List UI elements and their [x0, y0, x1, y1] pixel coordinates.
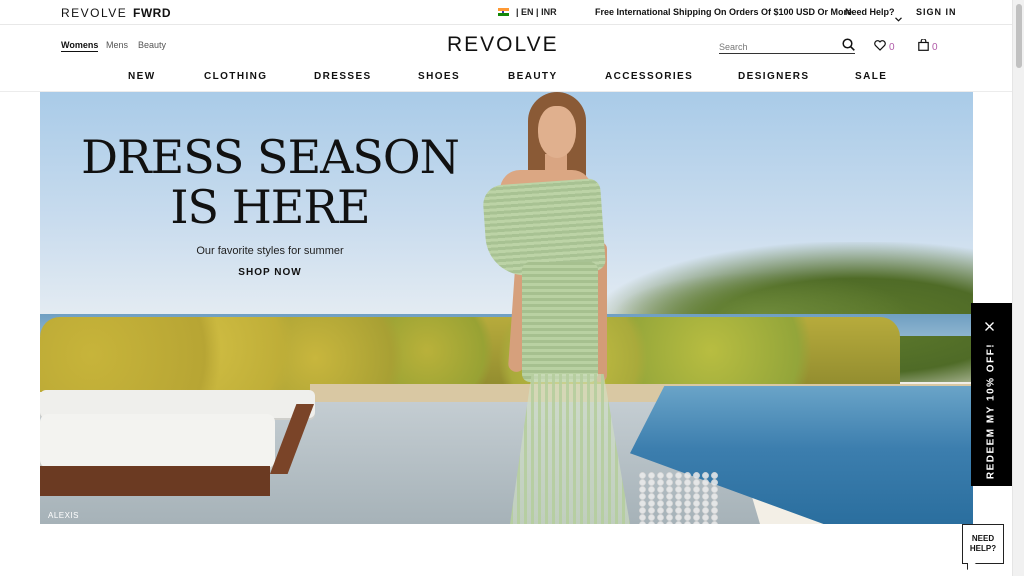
lounger-frame [40, 466, 270, 496]
bag-count: 0 [932, 41, 938, 53]
promo-side-tab[interactable]: REDEEM MY 10% OFF! [971, 303, 1012, 486]
nav-beauty[interactable]: BEAUTY [508, 71, 558, 82]
language-label: EN [521, 7, 534, 17]
wishlist-count: 0 [889, 41, 895, 53]
dress-body [522, 262, 598, 382]
need-help-chat-button[interactable]: NEED HELP? [962, 524, 1004, 564]
india-flag-icon[interactable] [498, 8, 509, 16]
page-scrollbar[interactable] [1012, 0, 1024, 576]
chevron-down-icon[interactable] [895, 9, 902, 27]
sign-in-link[interactable]: SIGN IN [916, 7, 957, 17]
search-box [719, 37, 855, 54]
hero-brand-credit: ALEXIS [48, 511, 80, 520]
hero-model-image [480, 92, 660, 524]
heart-icon [874, 38, 886, 56]
chat-label-line-2: HELP? [969, 544, 997, 553]
search-icon[interactable] [842, 38, 855, 56]
model-face [538, 106, 576, 158]
nav-accessories[interactable]: ACCESSORIES [605, 71, 693, 82]
gender-tab-beauty[interactable]: Beauty [138, 40, 166, 50]
shop-now-link[interactable]: SHOP NOW [80, 267, 460, 278]
hero-title-line-2: IS HERE [170, 180, 370, 234]
revolve-site-link[interactable]: REVOLVE [61, 6, 127, 20]
nav-designers[interactable]: DESIGNERS [738, 71, 810, 82]
search-input[interactable] [719, 40, 834, 54]
hero-banner[interactable]: DRESS SEASON IS HERE Our favorite styles… [40, 92, 973, 524]
site-logo[interactable]: REVOLVE [447, 33, 559, 57]
scrollbar-thumb[interactable] [1016, 4, 1022, 68]
wishlist-button[interactable]: 0 [874, 38, 895, 56]
hero-subtitle: Our favorite styles for summer [196, 245, 344, 257]
hero-title-line-1: DRESS SEASON [81, 130, 460, 184]
currency-label: INR [541, 7, 557, 17]
promo-redeem-text[interactable]: REDEEM MY 10% OFF! [986, 343, 997, 479]
close-icon[interactable] [984, 319, 995, 337]
nav-dresses[interactable]: DRESSES [314, 71, 372, 82]
dress-skirt [510, 374, 630, 524]
hero-shrubs [40, 317, 900, 392]
top-utility-bar: REVOLVE FWRD | EN | INR Free Internation… [0, 0, 1012, 25]
need-help-menu[interactable]: Need Help? [845, 7, 895, 17]
nav-sale[interactable]: SALE [855, 71, 887, 82]
shipping-promo-text: Free International Shipping On Orders Of… [595, 7, 853, 17]
hero-title: DRESS SEASON IS HERE [80, 132, 460, 232]
language-currency-selector[interactable]: | EN | INR [516, 7, 557, 17]
fwrd-site-link[interactable]: FWRD [133, 6, 171, 20]
chat-label-line-1: NEED [971, 534, 995, 543]
gender-tab-mens[interactable]: Mens [106, 40, 128, 50]
gender-tab-womens[interactable]: Womens [61, 40, 99, 52]
nav-new[interactable]: NEW [128, 71, 156, 82]
nav-clothing[interactable]: CLOTHING [204, 71, 267, 82]
shopping-bag-button[interactable]: 0 [918, 38, 938, 56]
nav-shoes[interactable]: SHOES [418, 71, 460, 82]
lounger-cushion [40, 414, 275, 468]
shopping-bag-icon [918, 38, 929, 56]
